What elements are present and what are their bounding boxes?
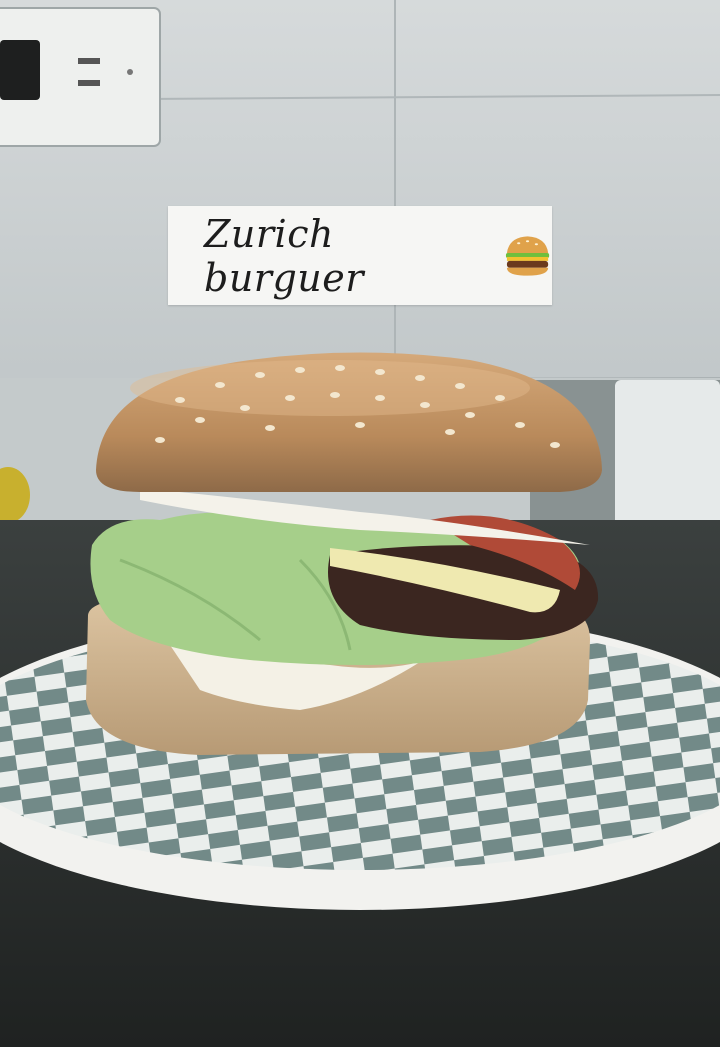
photo-scene: Zurich burguer — [0, 0, 720, 1047]
container-box — [615, 380, 720, 535]
wall-outlet — [0, 7, 161, 147]
burger-photo — [0, 0, 720, 1047]
caption-text: Zurich burguer — [204, 211, 364, 300]
burger-emoji-icon — [505, 235, 550, 276]
caption-sticker: Zurich burguer — [168, 206, 552, 305]
burger — [86, 352, 602, 755]
